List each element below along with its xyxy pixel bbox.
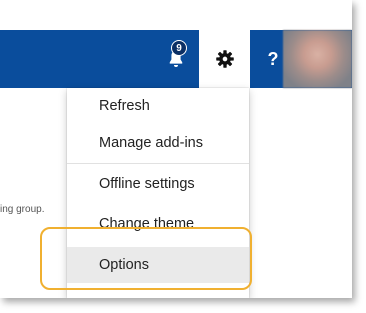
menu-item-manage-add-ins[interactable]: Manage add-ins — [67, 125, 249, 161]
avatar[interactable] — [283, 30, 352, 88]
menu-divider — [67, 163, 249, 164]
help-icon: ? — [267, 48, 279, 69]
app-window: 9 ? ing group. Refresh Manage add-ins Of… — [0, 0, 352, 298]
gear-icon — [215, 50, 234, 68]
menu-item-offline-settings[interactable]: Offline settings — [67, 166, 249, 202]
settings-button[interactable] — [199, 30, 250, 88]
menu-item-refresh[interactable]: Refresh — [67, 88, 249, 124]
menu-item-options[interactable]: Options — [67, 247, 249, 283]
notification-count-badge: 9 — [171, 40, 187, 56]
notifications-button[interactable] — [156, 30, 196, 88]
background-partial-text: ing group. — [0, 204, 45, 215]
settings-dropdown-menu: Refresh Manage add-ins Offline settings … — [67, 88, 249, 298]
menu-item-change-theme[interactable]: Change theme — [67, 206, 249, 242]
